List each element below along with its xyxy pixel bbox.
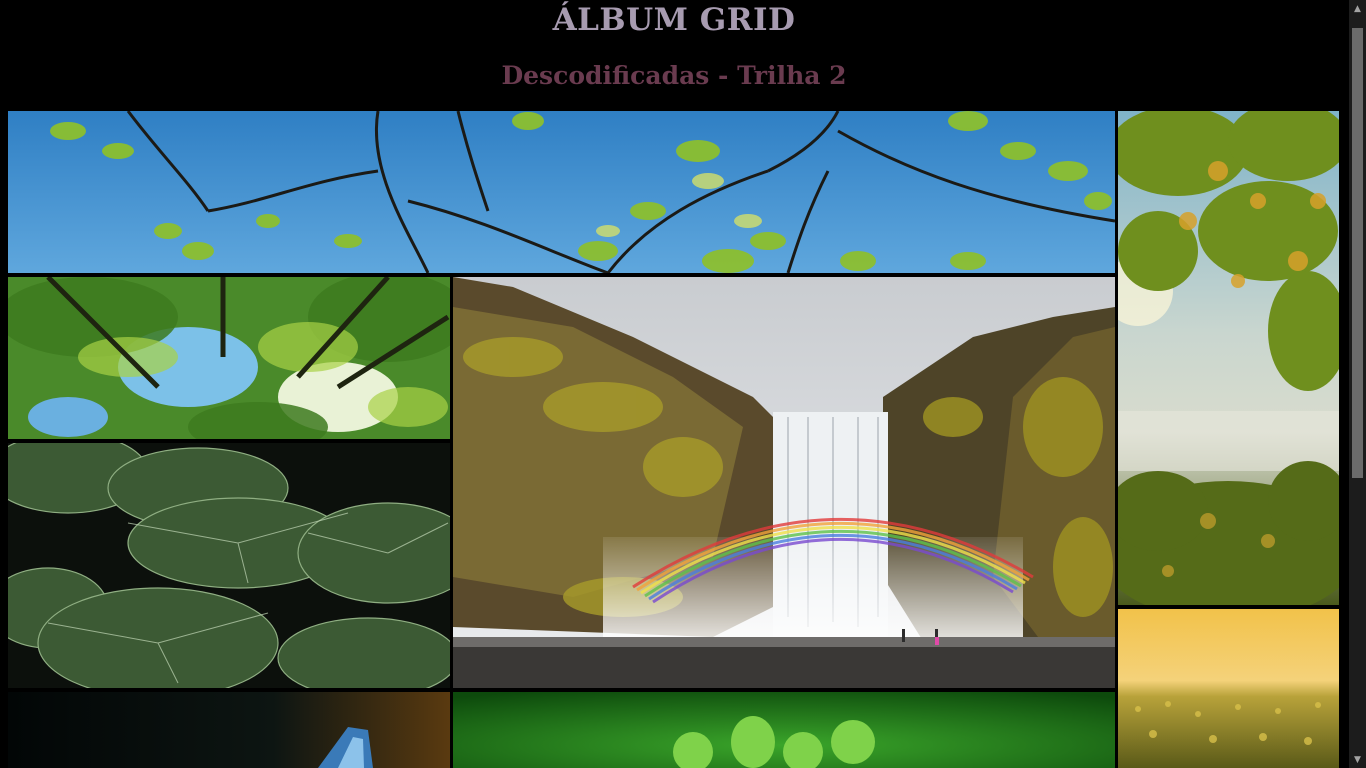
photo-blue-butterfly[interactable] <box>8 692 450 768</box>
photo-dark-leaves-image <box>8 443 450 688</box>
page-header: ÁLBUM GRID Descodificadas - Trilha 2 <box>0 0 1348 108</box>
photo-forest-canopy[interactable] <box>8 277 450 439</box>
page-subtitle: Descodificadas - Trilha 2 <box>501 61 847 90</box>
chevron-up-icon[interactable]: ▲ <box>1349 0 1366 17</box>
photo-golden-meadow-image <box>1118 609 1339 768</box>
photo-green-fern[interactable] <box>453 692 1115 768</box>
page-scrollbar[interactable]: ▲ ▼ <box>1349 0 1366 768</box>
chevron-down-icon[interactable]: ▼ <box>1349 751 1366 768</box>
photo-green-fern-image <box>453 692 1115 768</box>
album-page: ÁLBUM GRID Descodificadas - Trilha 2 ▲ ▼ <box>0 0 1366 768</box>
photo-dark-leaves[interactable] <box>8 443 450 688</box>
photo-waterfall-rainbow[interactable] <box>453 277 1115 688</box>
photo-branches-sky[interactable] <box>8 111 1115 273</box>
photo-branches-sky-image <box>8 111 1115 273</box>
photo-blue-butterfly-image <box>8 692 450 768</box>
photo-waterfall-rainbow-image <box>453 277 1115 688</box>
photo-autumn-tree-image <box>1118 111 1339 605</box>
page-title: ÁLBUM GRID <box>552 2 796 38</box>
photo-forest-canopy-image <box>8 277 450 439</box>
photo-golden-meadow[interactable] <box>1118 609 1339 768</box>
scrollbar-thumb[interactable] <box>1352 28 1363 478</box>
photo-autumn-tree[interactable] <box>1118 111 1339 605</box>
